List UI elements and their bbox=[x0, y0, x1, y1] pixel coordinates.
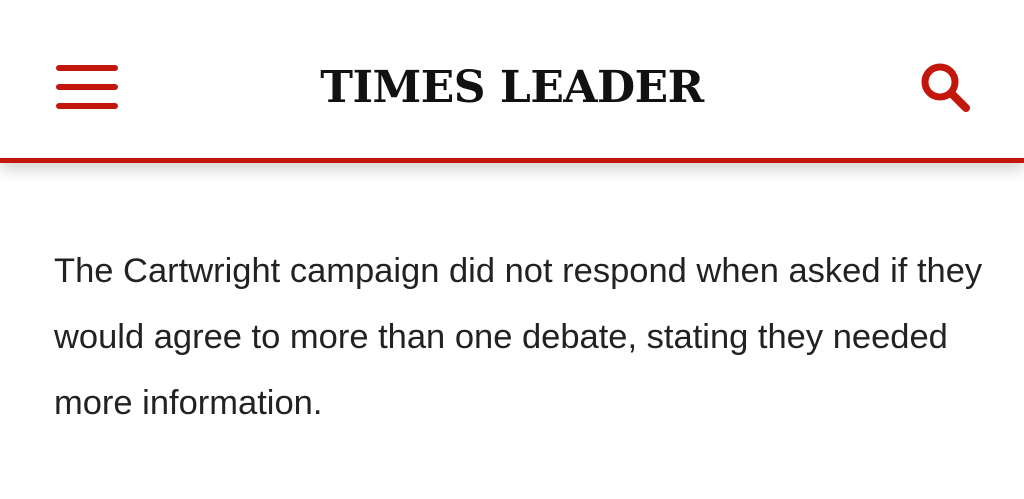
search-button[interactable] bbox=[918, 60, 974, 116]
search-icon bbox=[921, 63, 970, 112]
site-header: TIMES LEADER bbox=[0, 0, 1024, 163]
site-logo[interactable]: TIMES LEADER bbox=[312, 58, 712, 118]
article-body: The Cartwright campaign did not respond … bbox=[54, 238, 984, 436]
menu-button[interactable] bbox=[56, 64, 120, 110]
article-paragraph: The Cartwright campaign did not respond … bbox=[54, 252, 983, 422]
